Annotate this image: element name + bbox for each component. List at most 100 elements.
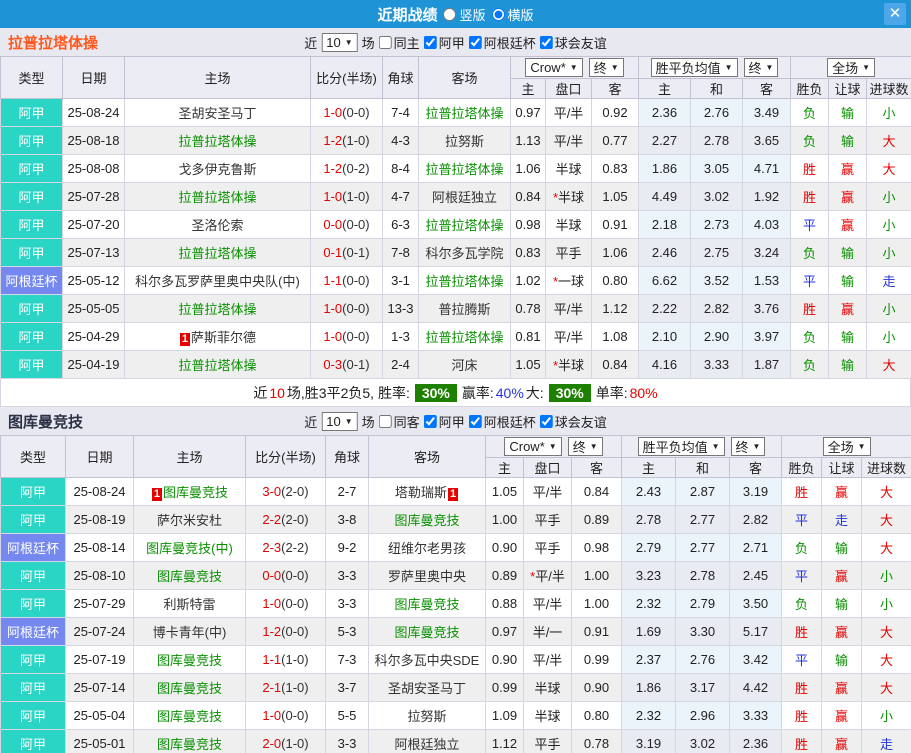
- cell-score: 1-0(1-0): [310, 182, 383, 211]
- mean-time-select[interactable]: 终 ▼: [730, 437, 766, 456]
- cell-odds-away: 0.91: [571, 617, 622, 646]
- cell-mean-draw: 2.78: [675, 561, 730, 590]
- crow-company-select[interactable]: Crow* ▼: [525, 58, 583, 77]
- crow-company-select[interactable]: Crow* ▼: [504, 437, 562, 456]
- team-name: 阿根廷独立: [394, 737, 460, 752]
- cell-goals: 小: [866, 238, 911, 267]
- cell-handicap-result: 赢: [821, 477, 863, 506]
- cell-home-team: 1 萨斯菲尔德: [124, 322, 311, 351]
- team-name: 利斯特雷: [163, 597, 216, 612]
- horizontal-radio[interactable]: [491, 7, 505, 21]
- cell-odds-away: 0.78: [571, 729, 622, 753]
- same-home-input[interactable]: [378, 35, 392, 49]
- cell-result: 胜: [781, 701, 823, 730]
- cell-mean-away: 4.71: [741, 154, 792, 183]
- cup-input[interactable]: [468, 414, 482, 428]
- cell-result: 负: [781, 533, 823, 562]
- cell-corners: 7-8: [382, 238, 419, 267]
- cell-mean-home: 2.27: [638, 126, 691, 155]
- handicap-rate-label: 赢率:: [461, 384, 494, 401]
- cell-result: 平: [790, 210, 830, 239]
- table-row: 阿甲 25-04-19 拉普拉塔体操 0-3(0-1) 2-4 河床 1.05 *半球 0.84…: [0, 350, 911, 379]
- cell-handicap-result: 赢: [821, 617, 863, 646]
- cell-away-team: 科尔多瓦学院: [418, 238, 511, 267]
- cell-odds-home: 1.02: [510, 266, 546, 295]
- friendly-input[interactable]: [539, 414, 553, 428]
- table-row: 阿甲 25-07-19 图库曼竞技 1-1(1-0) 7-3 科尔多瓦中央SDE 0.90 平…: [0, 645, 911, 674]
- cell-odds-away: 1.12: [591, 294, 639, 323]
- league-checkbox-cup[interactable]: 阿根廷杯: [468, 33, 536, 52]
- cell-handicap: *半球: [545, 182, 592, 211]
- popup-title: 近期战绩: [377, 6, 438, 24]
- cell-handicap-result: 输: [821, 589, 863, 618]
- ajia-input[interactable]: [423, 35, 437, 49]
- cell-handicap: 平/半: [523, 645, 572, 674]
- league-checkbox-cup[interactable]: 阿根廷杯: [468, 412, 536, 431]
- cell-corners: 3-3: [325, 589, 369, 618]
- cell-handicap: 平手: [523, 505, 572, 534]
- sub-result: 胜负: [790, 78, 830, 99]
- ajia-input[interactable]: [423, 414, 437, 428]
- close-icon[interactable]: ✕: [884, 3, 906, 25]
- fulltime-select[interactable]: 全场 ▼: [822, 437, 871, 456]
- fulltime-select[interactable]: 全场 ▼: [827, 58, 875, 77]
- fulltime-select-value: 全场: [832, 61, 859, 76]
- sub-mean-draw: 和: [690, 78, 743, 99]
- cell-result: 胜: [781, 729, 823, 753]
- same-away-input[interactable]: [378, 414, 392, 428]
- table-row: 阿甲 25-07-20 圣洛伦索 0-0(0-0) 6-3 拉普拉塔体操 0.98 半球 0.9…: [0, 210, 911, 239]
- mean-time-select[interactable]: 终 ▼: [743, 58, 779, 77]
- cell-odds-home: 1.09: [485, 701, 524, 730]
- friendly-input[interactable]: [539, 35, 553, 49]
- cell-handicap-result: 赢: [821, 701, 863, 730]
- table-row: 阿甲 25-04-29 1 萨斯菲尔德 1-0(0-0) 1-3 拉普拉塔体操 0.81 平/半…: [0, 322, 911, 351]
- cup-input[interactable]: [468, 35, 482, 49]
- league-checkbox-friendly[interactable]: 球会友谊: [539, 412, 607, 431]
- cell-away-team: 圣胡安圣马丁: [368, 673, 486, 702]
- cell-mean-away: 4.42: [728, 673, 783, 702]
- table-row: 阿甲 25-08-24 1 图库曼竞技 3-0(2-0) 2-7 塔勒瑞斯 1 1.05 平/半 0…: [0, 477, 911, 506]
- col-date: 日期: [62, 56, 125, 99]
- cell-mean-draw: 3.17: [675, 673, 730, 702]
- layout-radio-horizontal[interactable]: 横版: [491, 5, 534, 24]
- odds-time-select[interactable]: 终 ▼: [567, 437, 603, 456]
- mean-odds-select[interactable]: 胜平负均值 ▼: [650, 58, 738, 77]
- mean-odds-select[interactable]: 胜平负均值 ▼: [637, 437, 725, 456]
- cell-goals: 大: [861, 617, 911, 646]
- match-count-value: 10: [326, 34, 341, 50]
- cell-odds-home: 0.84: [510, 182, 546, 211]
- cell-goals: 大: [861, 673, 911, 702]
- match-count-select[interactable]: 10 ▼: [321, 32, 358, 52]
- cell-league: 阿甲: [0, 322, 63, 351]
- cell-mean-away: 2.71: [728, 533, 783, 562]
- match-count-select[interactable]: 10 ▼: [321, 411, 358, 431]
- team-name: 萨斯菲尔德: [191, 330, 257, 345]
- cell-away-team: 罗萨里奥中央: [368, 561, 486, 590]
- odds-time-select[interactable]: 终 ▼: [588, 58, 624, 77]
- cell-mean-draw: 3.05: [690, 154, 743, 183]
- cell-mean-away: 1.53: [741, 266, 792, 295]
- same-away-label: 同客: [393, 414, 420, 430]
- cell-league: 阿甲: [0, 729, 66, 753]
- cell-away-team: 拉努斯: [368, 701, 486, 730]
- league-checkbox-ajia[interactable]: 阿甲: [423, 33, 465, 52]
- league-checkbox-ajia[interactable]: 阿甲: [423, 412, 465, 431]
- win-rate-chip: 30%: [414, 383, 457, 402]
- cell-score: 1-2(0-0): [245, 617, 326, 646]
- cell-score: 2-2(2-0): [245, 505, 326, 534]
- layout-radio-vertical[interactable]: 竖版: [443, 5, 486, 24]
- league-checkbox-friendly[interactable]: 球会友谊: [539, 33, 607, 52]
- cell-handicap-result: 赢: [828, 210, 868, 239]
- cell-mean-home: 2.18: [638, 210, 691, 239]
- cell-mean-home: 2.79: [621, 533, 676, 562]
- cell-handicap-result: 赢: [821, 673, 863, 702]
- cell-result: 平: [781, 645, 823, 674]
- cell-score: 1-2(0-2): [310, 154, 383, 183]
- cell-handicap-result: 赢: [821, 729, 863, 753]
- same-away-checkbox[interactable]: 同客: [378, 412, 420, 431]
- vertical-radio[interactable]: [443, 7, 457, 21]
- friendly-label: 球会友谊: [554, 414, 607, 430]
- cell-handicap-result: 输: [828, 98, 868, 127]
- same-home-checkbox[interactable]: 同主: [378, 33, 420, 52]
- mean-time-value: 终: [735, 440, 749, 455]
